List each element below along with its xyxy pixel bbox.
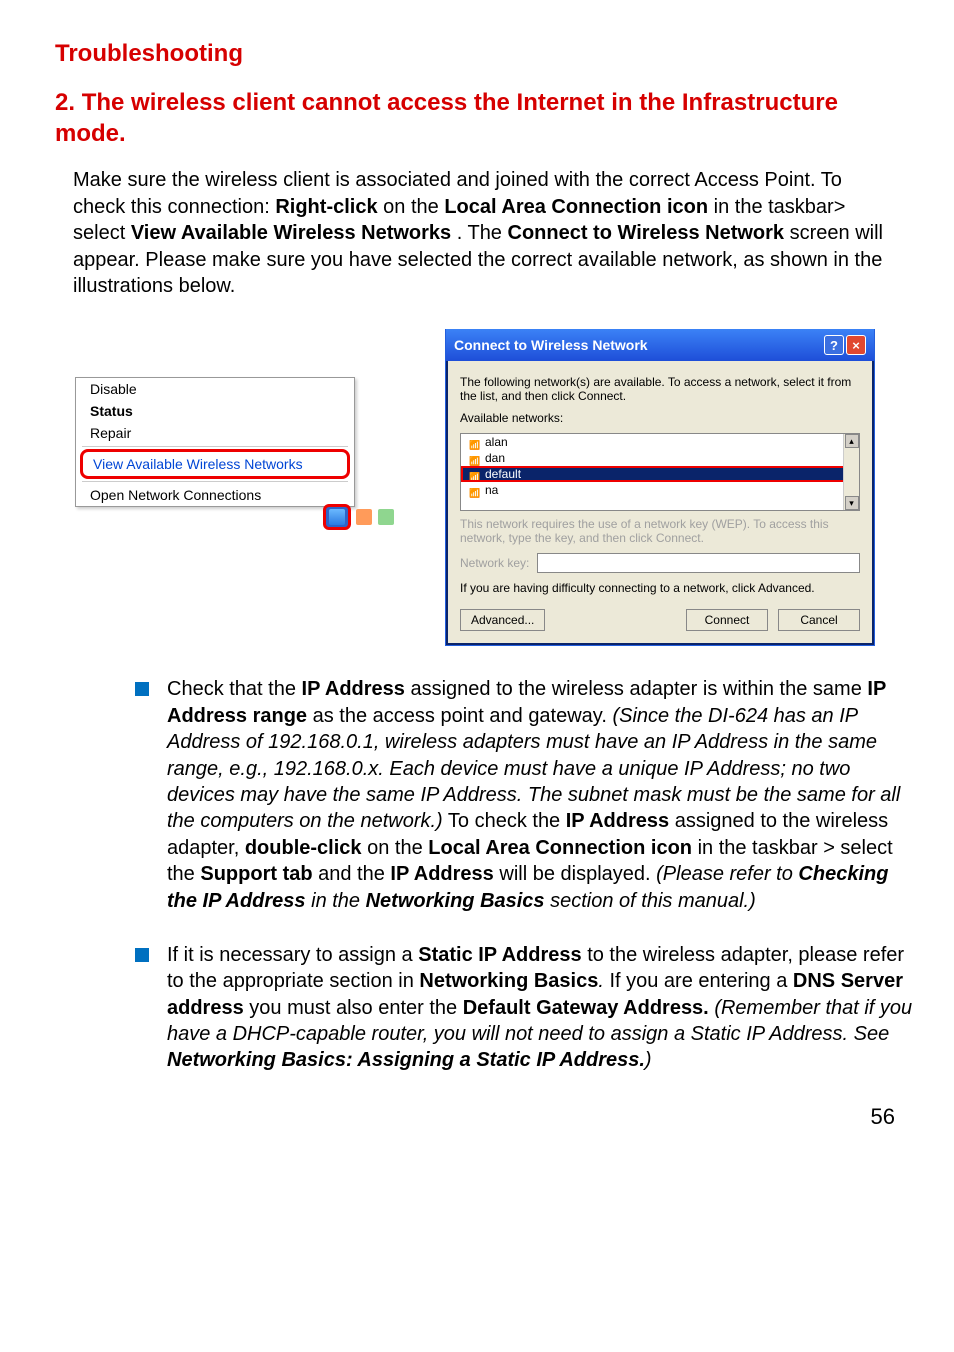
t: on the [362,837,429,859]
bullet-item: Check that the IP Address assigned to th… [135,676,915,914]
heading-text: The wireless client cannot access the In… [55,89,838,147]
bullet-text: Check that the IP Address assigned to th… [167,676,915,914]
menu-separator [82,446,348,447]
b: Networking Basics [419,970,598,992]
b: Support tab [200,863,312,885]
network-key-input[interactable] [537,553,860,573]
system-tray [75,504,395,530]
cancel-button[interactable]: Cancel [778,609,860,631]
bullet-square-icon [135,682,149,696]
page-title: Troubleshooting [55,40,899,68]
intro-text: on the [383,196,444,218]
dialog-body: The following network(s) are available. … [446,361,874,645]
b: IP Address [302,678,405,700]
close-icon[interactable]: × [846,335,866,355]
intro-bold: Local Area Connection icon [444,196,708,218]
tray-icon[interactable] [378,509,394,525]
bullet-item: If it is necessary to assign a Static IP… [135,942,915,1074]
signal-icon [469,485,479,495]
intro-bold: Connect to Wireless Network [508,222,785,244]
b: Default Gateway Address. [463,997,709,1019]
menu-separator [82,481,348,482]
b: Local Area Connection icon [428,837,692,859]
intro-paragraph: Make sure the wireless client is associa… [73,167,899,299]
tray-icon[interactable] [356,509,372,525]
signal-icon [469,437,479,447]
bi: Networking Basics [366,890,545,912]
network-item[interactable]: dan [461,450,859,466]
section-heading: 2. The wireless client cannot access the… [55,88,899,149]
b: IP Address [566,810,669,832]
network-item[interactable]: na [461,482,859,498]
t: will be displayed. [494,863,656,885]
tray-highlight [323,504,351,530]
wep-text: This network requires the use of a netwo… [460,517,860,545]
dialog-description: The following network(s) are available. … [460,375,860,403]
network-name: dan [485,451,505,465]
intro-text: . The [457,222,508,244]
figures-row: Disable Status Repair View Available Wir… [75,329,899,646]
advanced-button[interactable]: Advanced... [460,609,545,631]
menu-item-repair[interactable]: Repair [76,422,354,444]
scroll-down-icon[interactable]: ▾ [845,496,859,510]
t: assigned to the wireless adapter is with… [405,678,867,700]
t: To check the [443,810,566,832]
network-item-selected[interactable]: default [461,466,859,482]
i: section of this manual.) [545,890,756,912]
connect-dialog: Connect to Wireless Network ? × The foll… [445,329,875,646]
network-item[interactable]: alan [461,434,859,450]
t: and the [313,863,391,885]
intro-bold: View Available Wireless Networks [131,222,451,244]
t: you must also enter the [244,997,463,1019]
t: If you are entering a [604,970,793,992]
scroll-up-icon[interactable]: ▴ [845,434,859,448]
menu-item-open-connections[interactable]: Open Network Connections [76,484,354,506]
bullet-square-icon [135,948,149,962]
menu-item-disable[interactable]: Disable [76,378,354,400]
t: If it is necessary to assign a [167,944,418,966]
page-number: 56 [55,1104,899,1130]
i: ) [645,1049,652,1071]
listbox-scrollbar[interactable]: ▴ ▾ [843,434,859,510]
b: Static IP Address [418,944,581,966]
network-name: alan [485,435,508,449]
t: as the access point and gateway. [307,705,612,727]
bi: Networking Basics: Assigning a Static IP… [167,1049,645,1071]
networks-listbox[interactable]: alan dan default na ▴ ▾ [460,433,860,511]
i: in the [306,890,366,912]
menu-item-status[interactable]: Status [76,400,354,422]
context-menu: Disable Status Repair View Available Wir… [75,377,355,507]
signal-icon [469,469,479,479]
b: IP Address [390,863,493,885]
heading-number: 2. [55,89,75,116]
signal-icon [469,453,479,463]
dialog-title: Connect to Wireless Network [454,337,648,353]
dialog-titlebar: Connect to Wireless Network ? × [446,329,874,361]
network-name: na [485,483,498,497]
i: (Please refer to [656,863,798,885]
network-icon[interactable] [329,509,345,525]
network-name: default [485,467,521,481]
difficulty-text: If you are having difficulty connecting … [460,581,860,595]
bullet-list: Check that the IP Address assigned to th… [135,676,915,1073]
network-key-label: Network key: [460,556,529,570]
b: double-click [245,837,362,859]
help-icon[interactable]: ? [824,335,844,355]
context-menu-screenshot: Disable Status Repair View Available Wir… [75,377,395,530]
intro-bold: Right-click [275,196,377,218]
t: Check that the [167,678,302,700]
connect-button[interactable]: Connect [686,609,768,631]
menu-item-view-networks[interactable]: View Available Wireless Networks [80,449,350,479]
bullet-text: If it is necessary to assign a Static IP… [167,942,915,1074]
available-networks-label: Available networks: [460,411,860,425]
